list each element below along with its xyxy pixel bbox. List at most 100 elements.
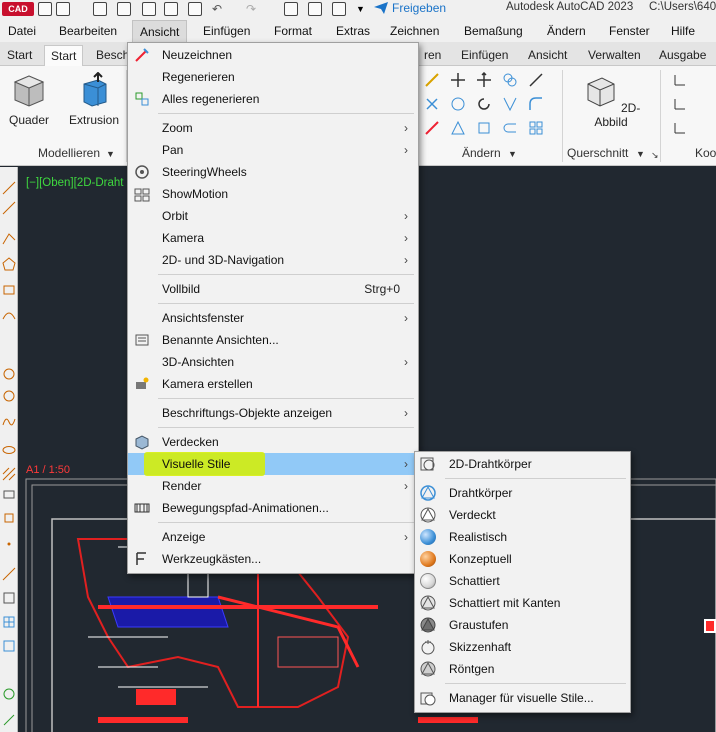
menu-extras[interactable]: Extras bbox=[329, 20, 377, 42]
style-konzeptuell[interactable]: Konzeptuell bbox=[415, 548, 630, 570]
panel-launcher-icon[interactable]: ↘ bbox=[651, 150, 659, 161]
menu-aendern[interactable]: Ändern bbox=[540, 20, 593, 42]
open-web-icon[interactable] bbox=[142, 2, 156, 16]
ucs-icon[interactable] bbox=[672, 72, 688, 88]
insert-block-icon[interactable] bbox=[2, 487, 16, 501]
koordinaten-panel-label[interactable]: Koo bbox=[695, 146, 716, 160]
arc-icon[interactable] bbox=[2, 307, 16, 321]
circle-icon[interactable] bbox=[2, 367, 16, 381]
zoom-icon[interactable] bbox=[284, 2, 298, 16]
line-tool-icon[interactable] bbox=[528, 72, 544, 88]
style-verdeckt[interactable]: Verdeckt bbox=[415, 504, 630, 526]
mtext-icon[interactable] bbox=[2, 639, 16, 653]
plot-icon[interactable] bbox=[164, 2, 178, 16]
scale-icon[interactable] bbox=[450, 120, 466, 136]
trim-icon[interactable] bbox=[424, 96, 440, 112]
style-manager[interactable]: Manager für visuelle Stile... bbox=[415, 687, 630, 709]
aendern-panel-label[interactable]: Ändern bbox=[462, 146, 501, 160]
menu-fenster[interactable]: Fenster bbox=[602, 20, 657, 42]
layers-icon[interactable] bbox=[332, 2, 346, 16]
2d-abbild-button[interactable]: 2D-Abbild bbox=[580, 74, 642, 129]
style-realistisch[interactable]: Realistisch bbox=[415, 526, 630, 548]
menu-ansichtsfenster[interactable]: Ansichtsfenster › bbox=[128, 307, 418, 329]
mirror-icon[interactable] bbox=[502, 96, 518, 112]
point-icon[interactable] bbox=[2, 537, 16, 551]
menu-datei[interactable]: Datei bbox=[1, 20, 43, 42]
tab-verwalten[interactable]: Verwalten bbox=[582, 45, 647, 66]
tab-start-1[interactable]: Start bbox=[1, 45, 38, 66]
style-drahtkoerper[interactable]: Drahtkörper bbox=[415, 482, 630, 504]
polygon-icon[interactable] bbox=[2, 257, 16, 271]
menu-format[interactable]: Format bbox=[267, 20, 319, 42]
fillet-icon[interactable] bbox=[528, 96, 544, 112]
menu-2d-3d-navigation[interactable]: 2D- und 3D-Navigation › bbox=[128, 249, 418, 271]
menu-benannte-ansichten[interactable]: Benannte Ansichten... bbox=[128, 329, 418, 351]
modellieren-dropdown-icon[interactable]: ▼ bbox=[106, 149, 115, 159]
querschnitt-panel-label[interactable]: Querschnitt bbox=[567, 146, 628, 160]
style-2d-drahtkoerper[interactable]: 2D-Drahtkörper bbox=[415, 453, 630, 475]
move-arrows-icon[interactable] bbox=[450, 72, 466, 88]
rectangle-icon[interactable] bbox=[2, 283, 16, 297]
menu-bearbeiten[interactable]: Bearbeiten bbox=[52, 20, 124, 42]
modellieren-panel-label[interactable]: Modellieren bbox=[38, 146, 100, 160]
construction-line-icon[interactable] bbox=[2, 201, 16, 215]
menu-orbit[interactable]: Orbit › bbox=[128, 205, 418, 227]
rotate-icon[interactable] bbox=[450, 96, 466, 112]
ucs-small-icon[interactable] bbox=[2, 713, 16, 727]
tab-einfuegen[interactable]: Einfügen bbox=[455, 45, 514, 66]
menu-pan[interactable]: Pan › bbox=[128, 139, 418, 161]
menu-beschriftungs-objekte[interactable]: Beschriftungs-Objekte anzeigen › bbox=[128, 402, 418, 424]
new-file-icon[interactable] bbox=[38, 2, 52, 16]
menu-alles-regenerieren[interactable]: Alles regenerieren bbox=[128, 88, 418, 110]
region-icon[interactable] bbox=[2, 591, 16, 605]
menu-bemassung[interactable]: Bemaßung bbox=[457, 20, 530, 42]
open-file-icon[interactable] bbox=[56, 2, 70, 16]
menu-3d-ansichten[interactable]: 3D-Ansichten › bbox=[128, 351, 418, 373]
qa-dropdown-icon[interactable]: ▼ bbox=[356, 2, 370, 16]
tab-ansicht[interactable]: Ansicht bbox=[522, 45, 573, 66]
menu-werkzeugkaesten[interactable]: Werkzeugkästen... bbox=[128, 548, 418, 570]
redo-icon[interactable]: ↷ bbox=[246, 2, 260, 16]
save-as-icon[interactable] bbox=[117, 2, 131, 16]
undo-icon[interactable]: ↶ bbox=[212, 2, 226, 16]
explode-icon[interactable] bbox=[424, 120, 440, 136]
share-button[interactable]: Freigeben bbox=[374, 0, 446, 16]
menu-anzeige[interactable]: Anzeige › bbox=[128, 526, 418, 548]
pan-arrows-icon[interactable] bbox=[476, 72, 492, 88]
menu-hilfe[interactable]: Hilfe bbox=[664, 20, 702, 42]
menu-neuzeichnen[interactable]: Neuzeichnen bbox=[128, 44, 418, 66]
extrusion-button[interactable]: Extrusion bbox=[68, 71, 120, 127]
menu-kamera-erstellen[interactable]: Kamera erstellen bbox=[128, 373, 418, 395]
menu-verdecken[interactable]: Verdecken bbox=[128, 431, 418, 453]
add-selected-icon[interactable] bbox=[2, 687, 16, 701]
style-roentgen[interactable]: Röntgen bbox=[415, 658, 630, 680]
tab-ausgabe[interactable]: Ausgabe bbox=[653, 45, 712, 66]
ucs-named-icon[interactable] bbox=[672, 120, 688, 136]
ellipse-icon[interactable] bbox=[2, 443, 16, 457]
menu-render[interactable]: Render › bbox=[128, 475, 418, 497]
menu-zeichnen[interactable]: Zeichnen bbox=[383, 20, 446, 42]
quader-button[interactable]: Quader bbox=[8, 72, 50, 127]
refresh-icon[interactable] bbox=[476, 96, 492, 112]
menu-regenerieren[interactable]: Regenerieren bbox=[128, 66, 418, 88]
copy-icon[interactable] bbox=[502, 72, 518, 88]
style-schattiert[interactable]: Schattiert bbox=[415, 570, 630, 592]
offset-icon[interactable] bbox=[502, 120, 518, 136]
menu-vollbild[interactable]: Vollbild Strg+0 bbox=[128, 278, 418, 300]
style-skizzenhaft[interactable]: Skizzenhaft bbox=[415, 636, 630, 658]
spline-icon[interactable] bbox=[2, 415, 16, 429]
querschnitt-dropdown-icon[interactable]: ▼ bbox=[636, 149, 645, 159]
tab-partial[interactable]: ren bbox=[418, 45, 447, 66]
make-block-icon[interactable] bbox=[2, 511, 16, 525]
menu-bewegungspfad[interactable]: Bewegungspfad-Animationen... bbox=[128, 497, 418, 519]
line-icon[interactable] bbox=[2, 181, 16, 195]
properties-icon[interactable] bbox=[308, 2, 322, 16]
menu-steeringwheels[interactable]: SteeringWheels bbox=[128, 161, 418, 183]
menu-showmotion[interactable]: ShowMotion bbox=[128, 183, 418, 205]
save-icon[interactable] bbox=[93, 2, 107, 16]
aendern-dropdown-icon[interactable]: ▼ bbox=[508, 149, 517, 159]
stretch-icon[interactable] bbox=[476, 120, 492, 136]
array-icon[interactable] bbox=[528, 120, 544, 136]
publish-icon[interactable] bbox=[188, 2, 202, 16]
menu-kamera[interactable]: Kamera › bbox=[128, 227, 418, 249]
